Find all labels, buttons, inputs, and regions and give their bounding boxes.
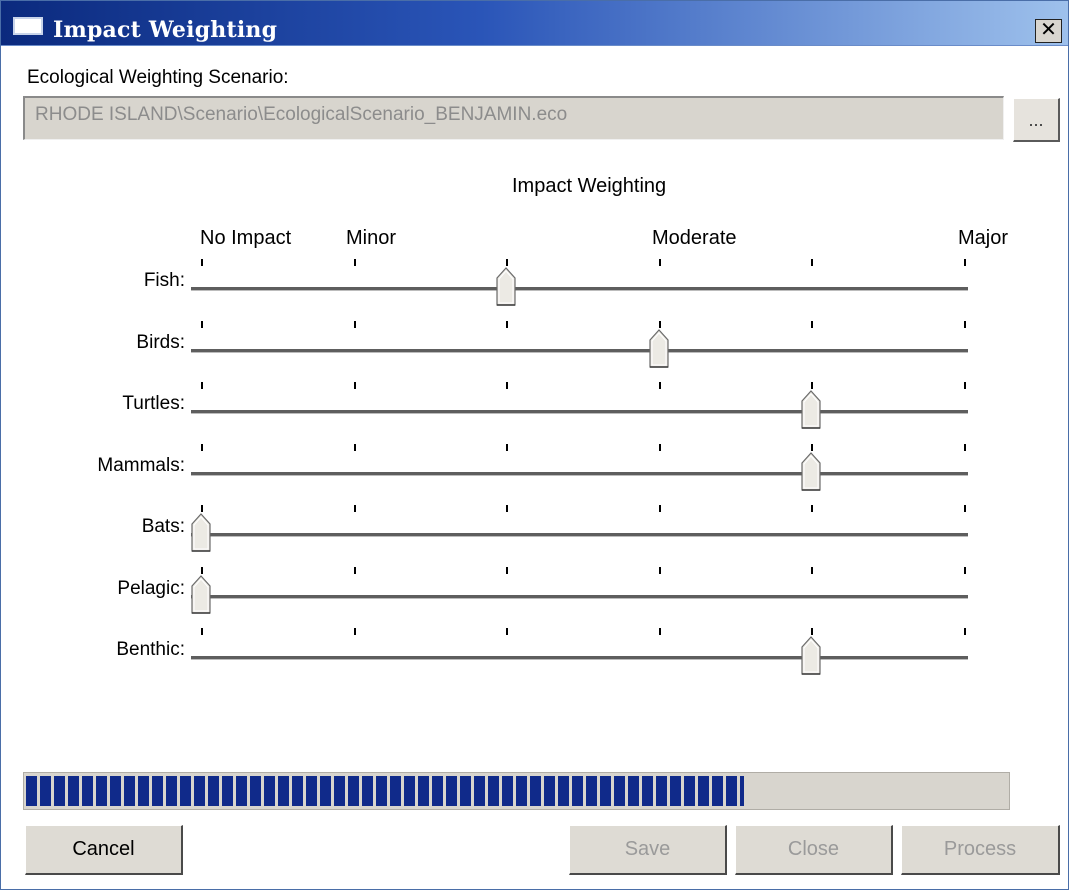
slider-tick <box>354 259 356 266</box>
slider-tick <box>811 444 813 451</box>
slider-tick <box>964 321 966 328</box>
row-label-mammals: Mammals: <box>97 455 185 476</box>
slider-tick <box>811 505 813 512</box>
slider-tick <box>354 444 356 451</box>
slider-tick <box>964 505 966 512</box>
slider-tick <box>354 505 356 512</box>
slider-tick <box>506 505 508 512</box>
scenario-path-field[interactable]: RHODE ISLAND\Scenario\EcologicalScenario… <box>23 96 1004 140</box>
slider-tick <box>201 444 203 451</box>
slider-tick <box>201 567 203 574</box>
row-label-birds: Birds: <box>136 332 185 353</box>
slider-tick <box>811 567 813 574</box>
save-button[interactable]: Save <box>569 825 727 875</box>
slider-tick <box>659 321 661 328</box>
slider-tick <box>659 382 661 389</box>
slider-tick <box>506 382 508 389</box>
slider-tick <box>354 567 356 574</box>
slider-tick <box>659 567 661 574</box>
scale-label-no-impact: No Impact <box>200 227 292 249</box>
slider-track-mammals[interactable] <box>191 472 968 476</box>
slider-track-fish[interactable] <box>191 287 968 291</box>
slider-tick <box>506 628 508 635</box>
slider-tick <box>506 567 508 574</box>
process-button[interactable]: Process <box>901 825 1060 875</box>
slider-tick <box>659 628 661 635</box>
slider-tick <box>354 628 356 635</box>
slider-tick <box>201 321 203 328</box>
slider-tick <box>964 382 966 389</box>
slider-thumb-turtles[interactable] <box>801 389 821 429</box>
impact-weighting-window: Impact Weighting ✕ Ecological Weighting … <box>0 0 1069 890</box>
slider-tick <box>506 259 508 266</box>
slider-tick <box>659 259 661 266</box>
slider-thumb-bats[interactable] <box>191 512 211 552</box>
row-label-pelagic: Pelagic: <box>117 578 185 599</box>
scenario-label: Ecological Weighting Scenario: <box>27 67 289 88</box>
row-label-bats: Bats: <box>141 516 185 537</box>
slider-thumb-birds[interactable] <box>649 328 669 368</box>
close-icon: ✕ <box>1040 19 1057 41</box>
browse-button[interactable]: ... <box>1013 98 1060 142</box>
slider-track-birds[interactable] <box>191 349 968 353</box>
row-label-turtles: Turtles: <box>122 393 185 414</box>
slider-tick <box>964 259 966 266</box>
row-label-fish: Fish: <box>143 270 185 291</box>
slider-tick <box>964 444 966 451</box>
window-title: Impact Weighting <box>53 17 278 43</box>
slider-thumb-pelagic[interactable] <box>191 574 211 614</box>
progress-bar <box>23 772 1010 810</box>
slider-tick <box>354 321 356 328</box>
slider-thumb-fish[interactable] <box>496 266 516 306</box>
scale-label-moderate: Moderate <box>652 227 737 249</box>
slider-tick <box>811 321 813 328</box>
slider-tick <box>506 444 508 451</box>
slider-tick <box>201 382 203 389</box>
slider-tick <box>201 628 203 635</box>
scale-label-major: Major <box>958 227 1009 249</box>
slider-tick <box>201 505 203 512</box>
slider-tick <box>964 567 966 574</box>
slider-track-benthic[interactable] <box>191 656 968 660</box>
slider-tick <box>354 382 356 389</box>
slider-track-turtles[interactable] <box>191 410 968 414</box>
slider-tick <box>659 505 661 512</box>
window-icon <box>13 17 43 35</box>
row-label-benthic: Benthic: <box>116 639 185 660</box>
close-button[interactable]: Close <box>735 825 893 875</box>
slider-track-pelagic[interactable] <box>191 595 968 599</box>
cancel-button[interactable]: Cancel <box>25 825 183 875</box>
slider-tick <box>506 321 508 328</box>
slider-tick <box>659 444 661 451</box>
slider-tick <box>811 628 813 635</box>
close-window-button[interactable]: ✕ <box>1035 19 1062 43</box>
scale-label-minor: Minor <box>346 227 397 249</box>
impact-weighting-heading: Impact Weighting <box>512 175 667 197</box>
slider-tick <box>201 259 203 266</box>
slider-tick <box>811 259 813 266</box>
slider-tick <box>964 628 966 635</box>
slider-track-bats[interactable] <box>191 533 968 537</box>
slider-tick <box>811 382 813 389</box>
title-bar[interactable]: Impact Weighting ✕ <box>1 1 1068 46</box>
slider-thumb-benthic[interactable] <box>801 635 821 675</box>
progress-fill <box>26 776 744 806</box>
slider-thumb-mammals[interactable] <box>801 451 821 491</box>
